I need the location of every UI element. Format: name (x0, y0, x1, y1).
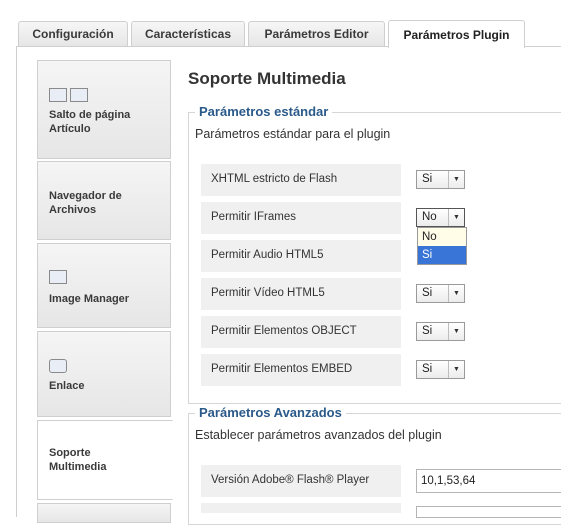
flash-version-input[interactable]: 10,1,53,64 (416, 469, 561, 493)
html5-video-select[interactable]: Si ▼ (416, 284, 465, 303)
nav-item-navegador-archivos[interactable]: Navegador de Archivos (37, 161, 171, 240)
param-row (201, 503, 401, 513)
select-value: Si (422, 287, 433, 299)
param-row: XHTML estricto de Flash (201, 164, 401, 196)
nav-item-label: Salto de página Artículo (49, 109, 131, 135)
param-row: Permitir IFrames (201, 202, 401, 234)
select-value: Si (422, 173, 433, 185)
nav-item-label: Soporte Multimedia (49, 447, 107, 473)
select-value: Si (422, 363, 433, 375)
standard-params-legend: Parámetros estándar (195, 104, 333, 119)
nav-item-image-manager[interactable]: Image Manager (37, 243, 171, 328)
param-label: Permitir Vídeo HTML5 (211, 287, 325, 299)
standard-params-desc: Parámetros estándar para el plugin (195, 127, 391, 141)
param-row: Permitir Elementos OBJECT (201, 316, 401, 348)
tab-parametros-plugin[interactable]: Parámetros Plugin (388, 20, 525, 48)
embed-elements-select[interactable]: Si ▼ (416, 360, 465, 379)
page-break-icon (49, 88, 67, 102)
nav-item-more[interactable] (37, 503, 171, 523)
tab-caracteristicas[interactable]: Características (131, 21, 245, 46)
advanced-input-next[interactable] (416, 506, 561, 518)
link-icon (49, 359, 67, 373)
object-elements-select[interactable]: Si ▼ (416, 322, 465, 341)
nav-item-label: Enlace (49, 380, 85, 392)
tab-parametros-editor[interactable]: Parámetros Editor (248, 21, 385, 46)
tab-bar: Configuración Características Parámetros… (0, 0, 561, 48)
param-label: XHTML estricto de Flash (211, 173, 338, 185)
param-row: Versión Adobe® Flash® Player (201, 465, 401, 497)
select-value: No (422, 211, 437, 223)
chevron-down-icon: ▼ (448, 209, 464, 226)
param-label: Permitir Elementos EMBED (211, 363, 353, 375)
param-row: Permitir Audio HTML5 (201, 240, 401, 272)
flash-xhtml-select[interactable]: Si ▼ (416, 170, 465, 189)
advanced-params-desc: Establecer parámetros avanzados del plug… (195, 428, 442, 442)
dropdown-option-si[interactable]: Si (418, 246, 466, 264)
chevron-down-icon: ▼ (448, 285, 464, 302)
param-label: Versión Adobe® Flash® Player (211, 474, 370, 486)
param-label: Permitir IFrames (211, 211, 296, 223)
nav-item-label: Navegador de Archivos (49, 190, 122, 216)
chevron-down-icon: ▼ (448, 171, 464, 188)
image-icon (49, 270, 67, 284)
advanced-params-legend: Parámetros Avanzados (195, 405, 346, 420)
page-break-icon-secondary (70, 88, 88, 102)
param-label: Permitir Elementos OBJECT (211, 325, 357, 337)
nav-item-enlace[interactable]: Enlace (37, 331, 171, 417)
chevron-down-icon: ▼ (448, 361, 464, 378)
nav-item-soporte-multimedia[interactable]: Soporte Multimedia (37, 420, 173, 500)
iframes-dropdown-list: No Si (417, 227, 467, 265)
nav-item-label: Image Manager (49, 293, 130, 305)
select-value: Si (422, 325, 433, 337)
page-title: Soporte Multimedia (188, 69, 346, 88)
dropdown-option-no[interactable]: No (418, 228, 466, 246)
tab-configuracion[interactable]: Configuración (18, 21, 128, 46)
param-label: Permitir Audio HTML5 (211, 249, 324, 261)
param-row: Permitir Elementos EMBED (201, 354, 401, 386)
chevron-down-icon: ▼ (448, 323, 464, 340)
iframes-select[interactable]: No ▼ (416, 208, 465, 227)
param-row: Permitir Vídeo HTML5 (201, 278, 401, 310)
nav-item-salto-de-pagina[interactable]: Salto de página Artículo (37, 60, 171, 159)
